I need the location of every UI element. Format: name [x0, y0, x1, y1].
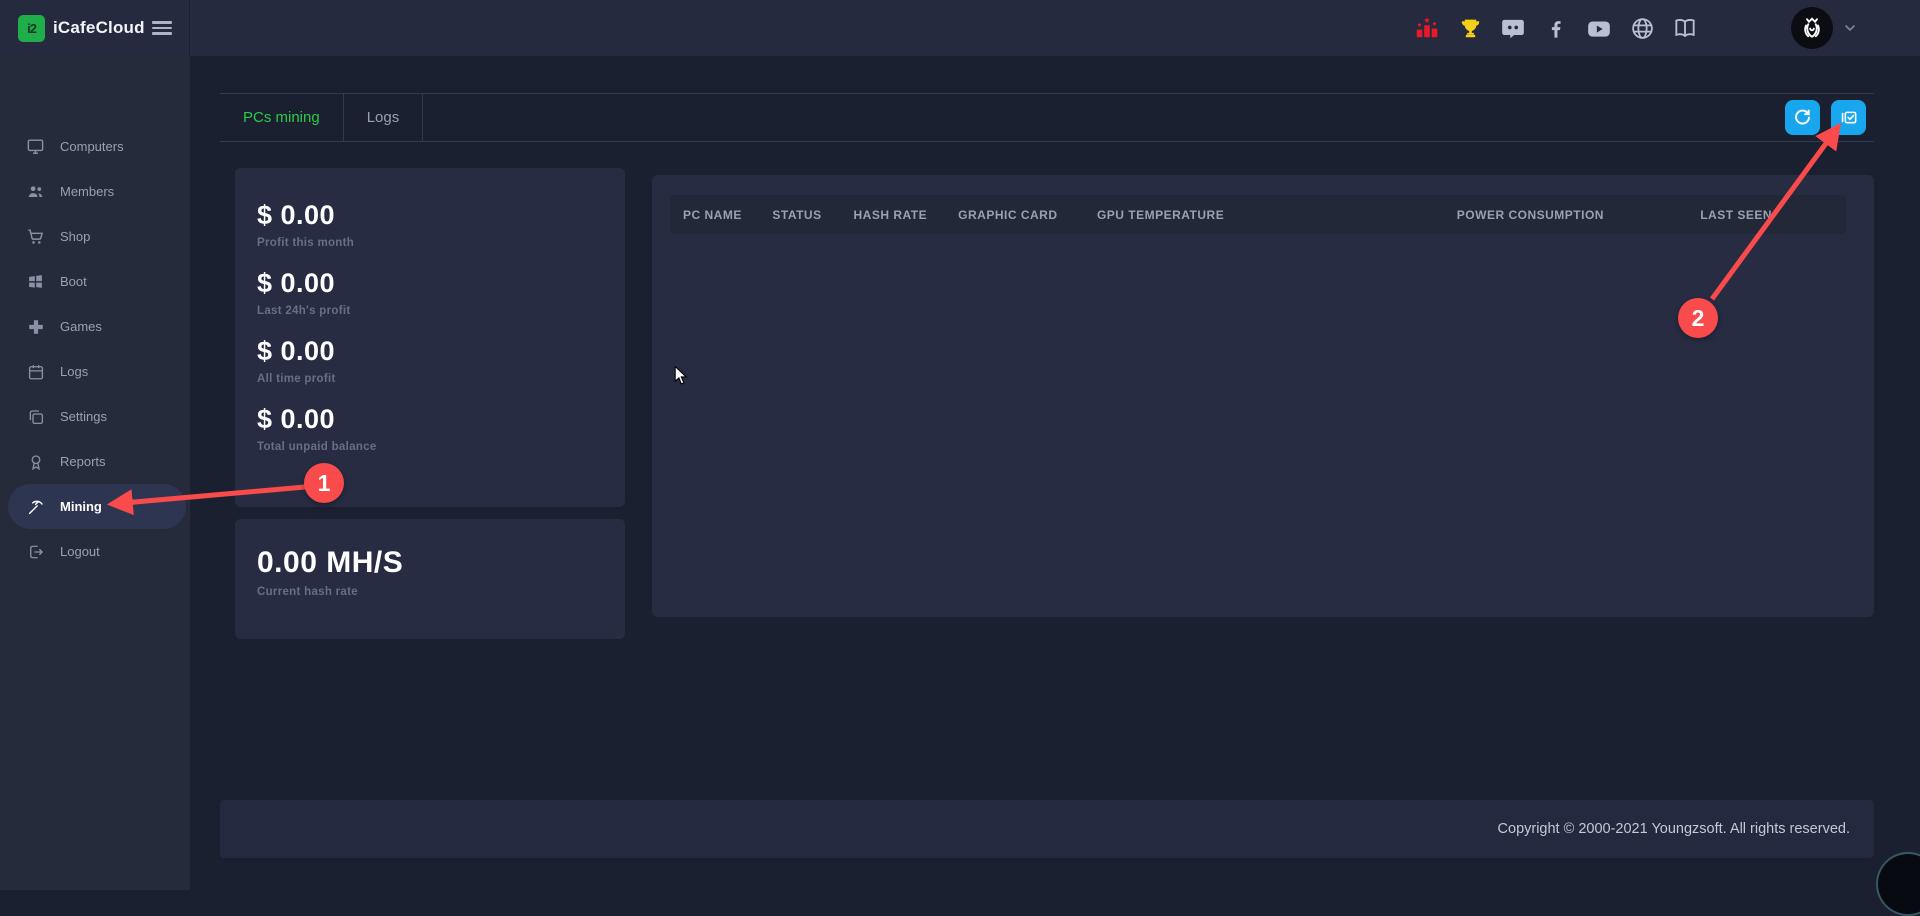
chevron-down-icon: [1842, 20, 1858, 36]
tab-label: PCs mining: [243, 109, 320, 126]
col-graphic-card: GRAPHIC CARD: [945, 208, 1084, 222]
refresh-button[interactable]: [1785, 100, 1820, 135]
calendar-icon: [26, 362, 45, 381]
table-header-row: PC NAME STATUS HASH RATE GRAPHIC CARD GP…: [670, 195, 1846, 234]
pickaxe-icon: [26, 497, 45, 516]
hashrate-card: 0.00 MH/S Current hash rate: [235, 519, 625, 639]
globe-icon[interactable]: [1629, 15, 1655, 41]
stats-column: $ 0.00 Profit this month $ 0.00 Last 24h…: [235, 168, 625, 639]
sidebar-item-label: Games: [60, 319, 102, 334]
sidebar-item-boot[interactable]: Boot: [0, 259, 190, 304]
hashrate-value: 0.00 MH/S: [257, 545, 605, 581]
col-pc-name: PC NAME: [670, 208, 759, 222]
sidebar-item-label: Computers: [60, 139, 124, 154]
sidebar-item-label: Logs: [60, 364, 88, 379]
stat-label: All time profit: [257, 373, 605, 385]
trophy-icon[interactable]: [1457, 15, 1483, 41]
logout-icon: [26, 542, 45, 561]
gamepad-icon: [26, 317, 45, 336]
copyright-text: Copyright © 2000-2021 Youngzsoft. All ri…: [1498, 821, 1850, 837]
facebook-icon[interactable]: [1543, 15, 1569, 41]
avatar[interactable]: [1791, 7, 1833, 49]
icafecloud-logo-icon: i2: [18, 15, 45, 42]
sidebar-item-label: Reports: [60, 454, 106, 469]
members-icon: [26, 182, 45, 201]
stat-value: $ 0.00: [257, 198, 605, 232]
stat-label: Profit this month: [257, 237, 605, 249]
ranking-podium-icon[interactable]: [1414, 15, 1440, 41]
col-status: STATUS: [759, 208, 840, 222]
profit-stats-card: $ 0.00 Profit this month $ 0.00 Last 24h…: [235, 168, 625, 507]
sidebar-item-label: Logout: [60, 544, 100, 559]
col-last-seen: LAST SEEN: [1687, 208, 1846, 222]
hashrate-label: Current hash rate: [257, 586, 605, 598]
select-pcs-button[interactable]: [1831, 100, 1866, 135]
monitor-icon: [26, 137, 45, 156]
stat-value: $ 0.00: [257, 402, 605, 436]
col-power-consumption: POWER CONSUMPTION: [1444, 208, 1687, 222]
docs-book-icon[interactable]: [1672, 15, 1698, 41]
col-hash-rate: HASH RATE: [841, 208, 946, 222]
medal-icon: [26, 452, 45, 471]
mining-pcs-table: PC NAME STATUS HASH RATE GRAPHIC CARD GP…: [652, 175, 1874, 617]
sidebar-item-label: Settings: [60, 409, 107, 424]
copies-icon: [26, 407, 45, 426]
sidebar-item-label: Boot: [60, 274, 87, 289]
checkbox-edit-icon: [1839, 108, 1858, 127]
topbar-right: [1414, 7, 1920, 49]
sidebar-item-reports[interactable]: Reports: [0, 439, 190, 484]
sidebar-item-computers[interactable]: Computers: [0, 124, 190, 169]
stat-value: $ 0.00: [257, 334, 605, 368]
tab-label: Logs: [367, 109, 400, 126]
sidebar-item-label: Shop: [60, 229, 90, 244]
sidebar-item-logs[interactable]: Logs: [0, 349, 190, 394]
footer: Copyright © 2000-2021 Youngzsoft. All ri…: [220, 800, 1874, 858]
sidebar-item-label: Members: [60, 184, 114, 199]
sidebar-item-games[interactable]: Games: [0, 304, 190, 349]
stat-value: $ 0.00: [257, 266, 605, 300]
topbar: i2 iCafeCloud: [0, 0, 1920, 56]
col-gpu-temperature: GPU TEMPERATURE: [1084, 208, 1444, 222]
youtube-icon[interactable]: [1586, 15, 1612, 41]
brand-block: i2 iCafeCloud: [0, 0, 190, 56]
cart-icon: [26, 227, 45, 246]
stat-profit-month: $ 0.00 Profit this month: [257, 198, 605, 249]
sidebar-item-members[interactable]: Members: [0, 169, 190, 214]
corner-widget[interactable]: [1876, 852, 1920, 916]
tab-pcs-mining[interactable]: PCs mining: [220, 94, 344, 141]
stat-unpaid-balance: $ 0.00 Total unpaid balance: [257, 402, 605, 453]
stat-label: Total unpaid balance: [257, 441, 605, 453]
hamburger-menu-icon[interactable]: [152, 21, 172, 35]
user-menu[interactable]: [1791, 7, 1858, 49]
icafecloud-mining-page: { "topbar": { "brand": "iCafeCloud", "lo…: [0, 0, 1920, 890]
tab-logs[interactable]: Logs: [344, 94, 424, 141]
stat-profit-alltime: $ 0.00 All time profit: [257, 334, 605, 385]
sidebar-item-mining[interactable]: Mining: [8, 484, 186, 529]
toolbar-actions: [1785, 100, 1866, 135]
refresh-icon: [1793, 108, 1812, 127]
sidebar-item-shop[interactable]: Shop: [0, 214, 190, 259]
windows-icon: [26, 272, 45, 291]
discord-icon[interactable]: [1500, 15, 1526, 41]
sidebar-item-logout[interactable]: Logout: [0, 529, 190, 574]
sidebar-item-settings[interactable]: Settings: [0, 394, 190, 439]
sidebar: Computers Members Shop Boot Games Logs: [0, 56, 190, 890]
stat-label: Last 24h's profit: [257, 305, 605, 317]
sidebar-item-label: Mining: [60, 499, 102, 514]
brand-title: iCafeCloud: [53, 18, 145, 38]
tabbar: PCs mining Logs: [220, 93, 1874, 142]
stat-profit-24h: $ 0.00 Last 24h's profit: [257, 266, 605, 317]
